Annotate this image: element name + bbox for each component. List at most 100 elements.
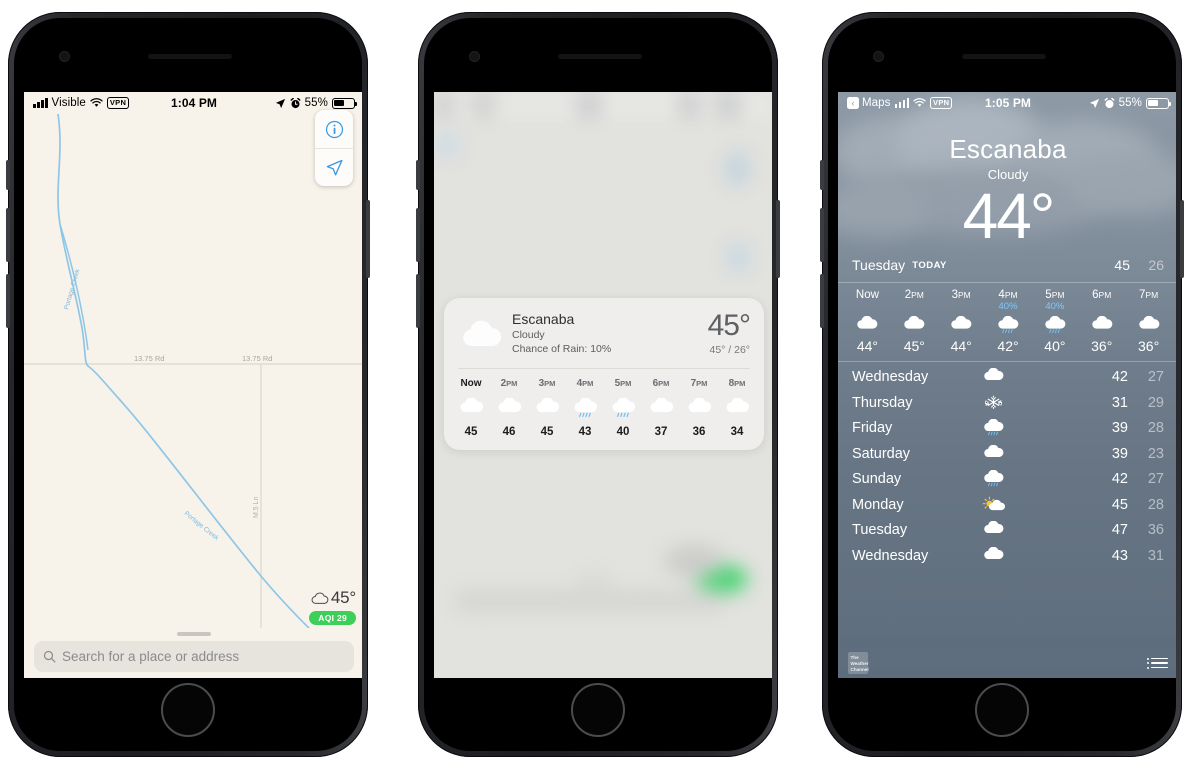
widget-hour-icon <box>718 396 756 422</box>
daily-forecast-row[interactable]: Monday 45 28 <box>838 492 1176 518</box>
volume-down-button[interactable] <box>6 274 10 328</box>
cloud-icon <box>726 398 749 413</box>
widget-hourly-row: Now 45 2PM 46 3PM 45 4PM 43 5PM 40 6PM 37 7PM 36 8PM 34 <box>444 369 764 450</box>
weather-hero: Escanaba Cloudy 44° <box>838 114 1176 249</box>
map-weather-chip[interactable]: 45° AQI 29 <box>309 588 356 626</box>
silence-switch[interactable] <box>820 160 824 190</box>
widget-hour-icon <box>566 396 604 422</box>
widget-hour-cell: 2PM 46 <box>490 378 528 438</box>
daily-day-name: Saturday <box>852 445 911 462</box>
phone-3-weather-app: ‹ Maps VPN 1:05 PM 55% Escanaba Cloudy 4… <box>820 12 1184 757</box>
battery-icon <box>332 97 358 109</box>
home-button[interactable] <box>571 683 625 737</box>
front-camera-icon <box>470 52 479 61</box>
daily-forecast-row[interactable]: Tuesday 47 36 <box>838 517 1176 543</box>
daily-forecast-row[interactable]: Saturday 39 23 <box>838 441 1176 467</box>
widget-hour-label: Now <box>460 377 482 389</box>
cloud-icon <box>983 546 1003 559</box>
road-label: 13.75 Rd <box>134 354 164 363</box>
widget-hour-icon <box>452 396 490 422</box>
cloud-rain-icon <box>1045 315 1066 333</box>
earpiece-speaker <box>558 54 642 59</box>
widget-hour-label: 4PM <box>576 377 594 389</box>
daily-high: 45 <box>1111 496 1128 513</box>
widget-hour-temp: 45 <box>464 425 478 438</box>
lane-label: M.5 Ln <box>253 496 260 518</box>
volume-up-button[interactable] <box>6 208 10 262</box>
widget-city: Escanaba <box>512 311 575 327</box>
hourly-icon <box>891 314 938 336</box>
silence-switch[interactable] <box>416 160 420 190</box>
search-input[interactable]: Search for a place or address <box>34 641 354 672</box>
daily-forecast-row[interactable]: Wednesday 43 31 <box>838 543 1176 569</box>
alarm-icon <box>1104 97 1115 108</box>
hourly-temp: 40° <box>1044 338 1066 355</box>
widget-rain-chance: Chance of Rain: 10% <box>512 342 612 355</box>
daily-low: 27 <box>1147 471 1164 488</box>
volume-up-button[interactable] <box>416 208 420 262</box>
weather-widget-card[interactable]: Escanaba Cloudy Chance of Rain: 10% 45° … <box>444 298 764 450</box>
cloud-icon <box>857 315 878 329</box>
widget-hour-temp: 40 <box>616 425 630 438</box>
widget-hour-icon <box>490 396 528 422</box>
phone-2-screen: Escanaba Cloudy Chance of Rain: 10% 45° … <box>434 92 772 678</box>
daily-forecast-row[interactable]: Wednesday 42 27 <box>838 364 1176 390</box>
widget-hour-cell: 4PM 43 <box>566 378 604 438</box>
cloud-icon <box>688 398 711 413</box>
phone-1-maps: Visible VPN 1:04 PM 55% 13.75 Rd 13.75 R… <box>6 12 370 757</box>
map-temperature: 45° <box>330 588 356 607</box>
daily-high: 42 <box>1111 471 1128 488</box>
widget-hour-icon <box>642 396 680 422</box>
power-button[interactable] <box>1180 200 1184 278</box>
widget-hour-cell: Now 45 <box>452 378 490 438</box>
daily-icon <box>970 419 1016 437</box>
map-info-button[interactable] <box>315 110 353 148</box>
map-locate-button[interactable] <box>315 148 353 186</box>
daily-low: 23 <box>1147 445 1164 462</box>
cellular-signal-icon <box>33 98 48 108</box>
daily-icon <box>970 444 1016 463</box>
power-button[interactable] <box>776 200 780 278</box>
daily-forecast-row[interactable]: Thursday 31 29 <box>838 390 1176 416</box>
hourly-temp: 36° <box>1091 338 1113 355</box>
daily-day-name: Tuesday <box>852 522 908 539</box>
volume-down-button[interactable] <box>416 274 420 328</box>
widget-hour-temp: 46 <box>502 425 516 438</box>
vpn-badge: VPN <box>930 97 953 109</box>
hourly-icon <box>1078 314 1125 336</box>
daily-low: 31 <box>1147 547 1164 564</box>
daily-day-name: Friday <box>852 420 893 437</box>
home-button[interactable] <box>161 683 215 737</box>
daily-day-name: Sunday <box>852 471 902 488</box>
list-icon[interactable] <box>1146 657 1168 669</box>
home-button[interactable] <box>975 683 1029 737</box>
daily-day-name: Thursday <box>852 394 913 411</box>
power-button[interactable] <box>366 200 370 278</box>
front-camera-icon <box>874 52 883 61</box>
back-to-maps-button[interactable]: ‹ Maps <box>847 97 891 109</box>
vpn-badge: VPN <box>106 97 130 109</box>
widget-hour-temp: 37 <box>654 425 668 438</box>
daily-forecast-row[interactable]: Friday 39 28 <box>838 415 1176 441</box>
widget-condition: Cloudy <box>512 329 545 341</box>
widget-hour-cell: 5PM 40 <box>604 378 642 438</box>
volume-down-button[interactable] <box>820 274 824 328</box>
hourly-icon <box>1125 314 1172 336</box>
silence-switch[interactable] <box>6 160 10 190</box>
road-label: 13.75 Rd <box>242 354 272 363</box>
location-arrow-icon <box>326 159 343 176</box>
earpiece-speaker <box>148 54 232 59</box>
volume-up-button[interactable] <box>820 208 824 262</box>
hourly-temp: 42° <box>997 338 1019 355</box>
location-arrow-icon <box>275 98 285 108</box>
sheet-grabber[interactable] <box>177 632 211 636</box>
weather-channel-logo[interactable]: The Weather Channel <box>848 652 869 674</box>
widget-hour-label: 7PM <box>690 377 708 389</box>
map-search-sheet: Search for a place or address <box>24 628 362 678</box>
daily-forecast-row[interactable]: Sunday 42 27 <box>838 466 1176 492</box>
cloud-icon <box>983 521 1003 534</box>
front-camera-icon <box>60 52 69 61</box>
cloud-icon <box>904 315 925 329</box>
battery-icon <box>1146 97 1172 109</box>
daily-forecast-list[interactable]: Wednesday 42 27 Thursday 31 29 Friday 39 28 Satur… <box>838 362 1176 568</box>
